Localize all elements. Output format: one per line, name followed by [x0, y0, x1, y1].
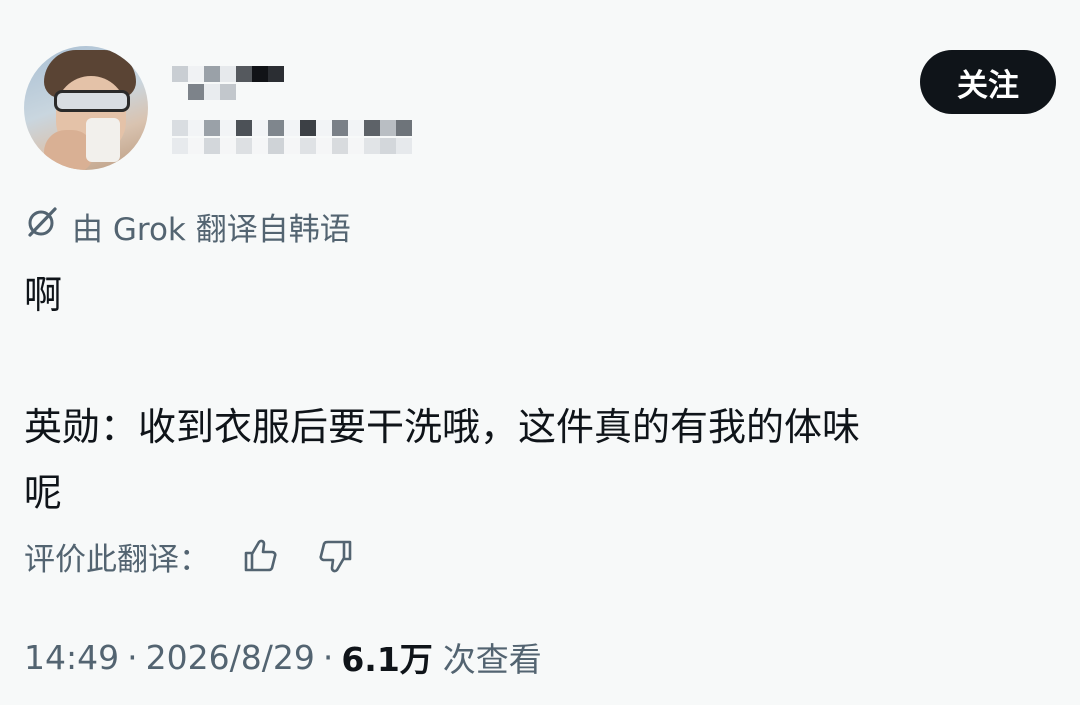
- views-label: 次查看: [442, 640, 542, 679]
- meta-separator: ·: [127, 637, 138, 677]
- thumbs-up-icon: [244, 539, 277, 572]
- rate-translation-label: 评价此翻译：: [24, 541, 210, 578]
- rate-translation: 评价此翻译：: [24, 528, 362, 584]
- post-metadata: 14:49 · 2026/8/29 · 6.1万 次查看: [24, 630, 542, 684]
- meta-separator: ·: [322, 637, 334, 677]
- post-text: 啊 英勋：收到衣服后要干洗哦，这件真的有我的体味 呢: [24, 273, 861, 515]
- views-count[interactable]: 6.1万: [341, 633, 432, 681]
- user-avatar[interactable]: [24, 46, 148, 170]
- grok-icon: [24, 204, 60, 248]
- translation-label: 由 Grok 翻译自韩语: [72, 211, 351, 248]
- translation-notice[interactable]: 由 Grok 翻译自韩语: [24, 204, 351, 248]
- avatar-glasses: [54, 90, 130, 112]
- post-time[interactable]: 14:49: [24, 638, 119, 677]
- post-header: 关注: [24, 44, 1056, 174]
- username-obscured-row2: [172, 138, 412, 154]
- thumbs-down-icon: [319, 540, 352, 573]
- thumbs-down-button[interactable]: [310, 530, 362, 582]
- follow-button[interactable]: 关注: [920, 50, 1056, 114]
- display-name-obscured[interactable]: [172, 66, 284, 82]
- post-date[interactable]: 2026/8/29: [146, 638, 315, 677]
- username-obscured[interactable]: [172, 120, 412, 136]
- display-name-obscured-row2: [188, 84, 236, 100]
- avatar-cup: [86, 118, 120, 162]
- thumbs-up-button[interactable]: [234, 530, 286, 582]
